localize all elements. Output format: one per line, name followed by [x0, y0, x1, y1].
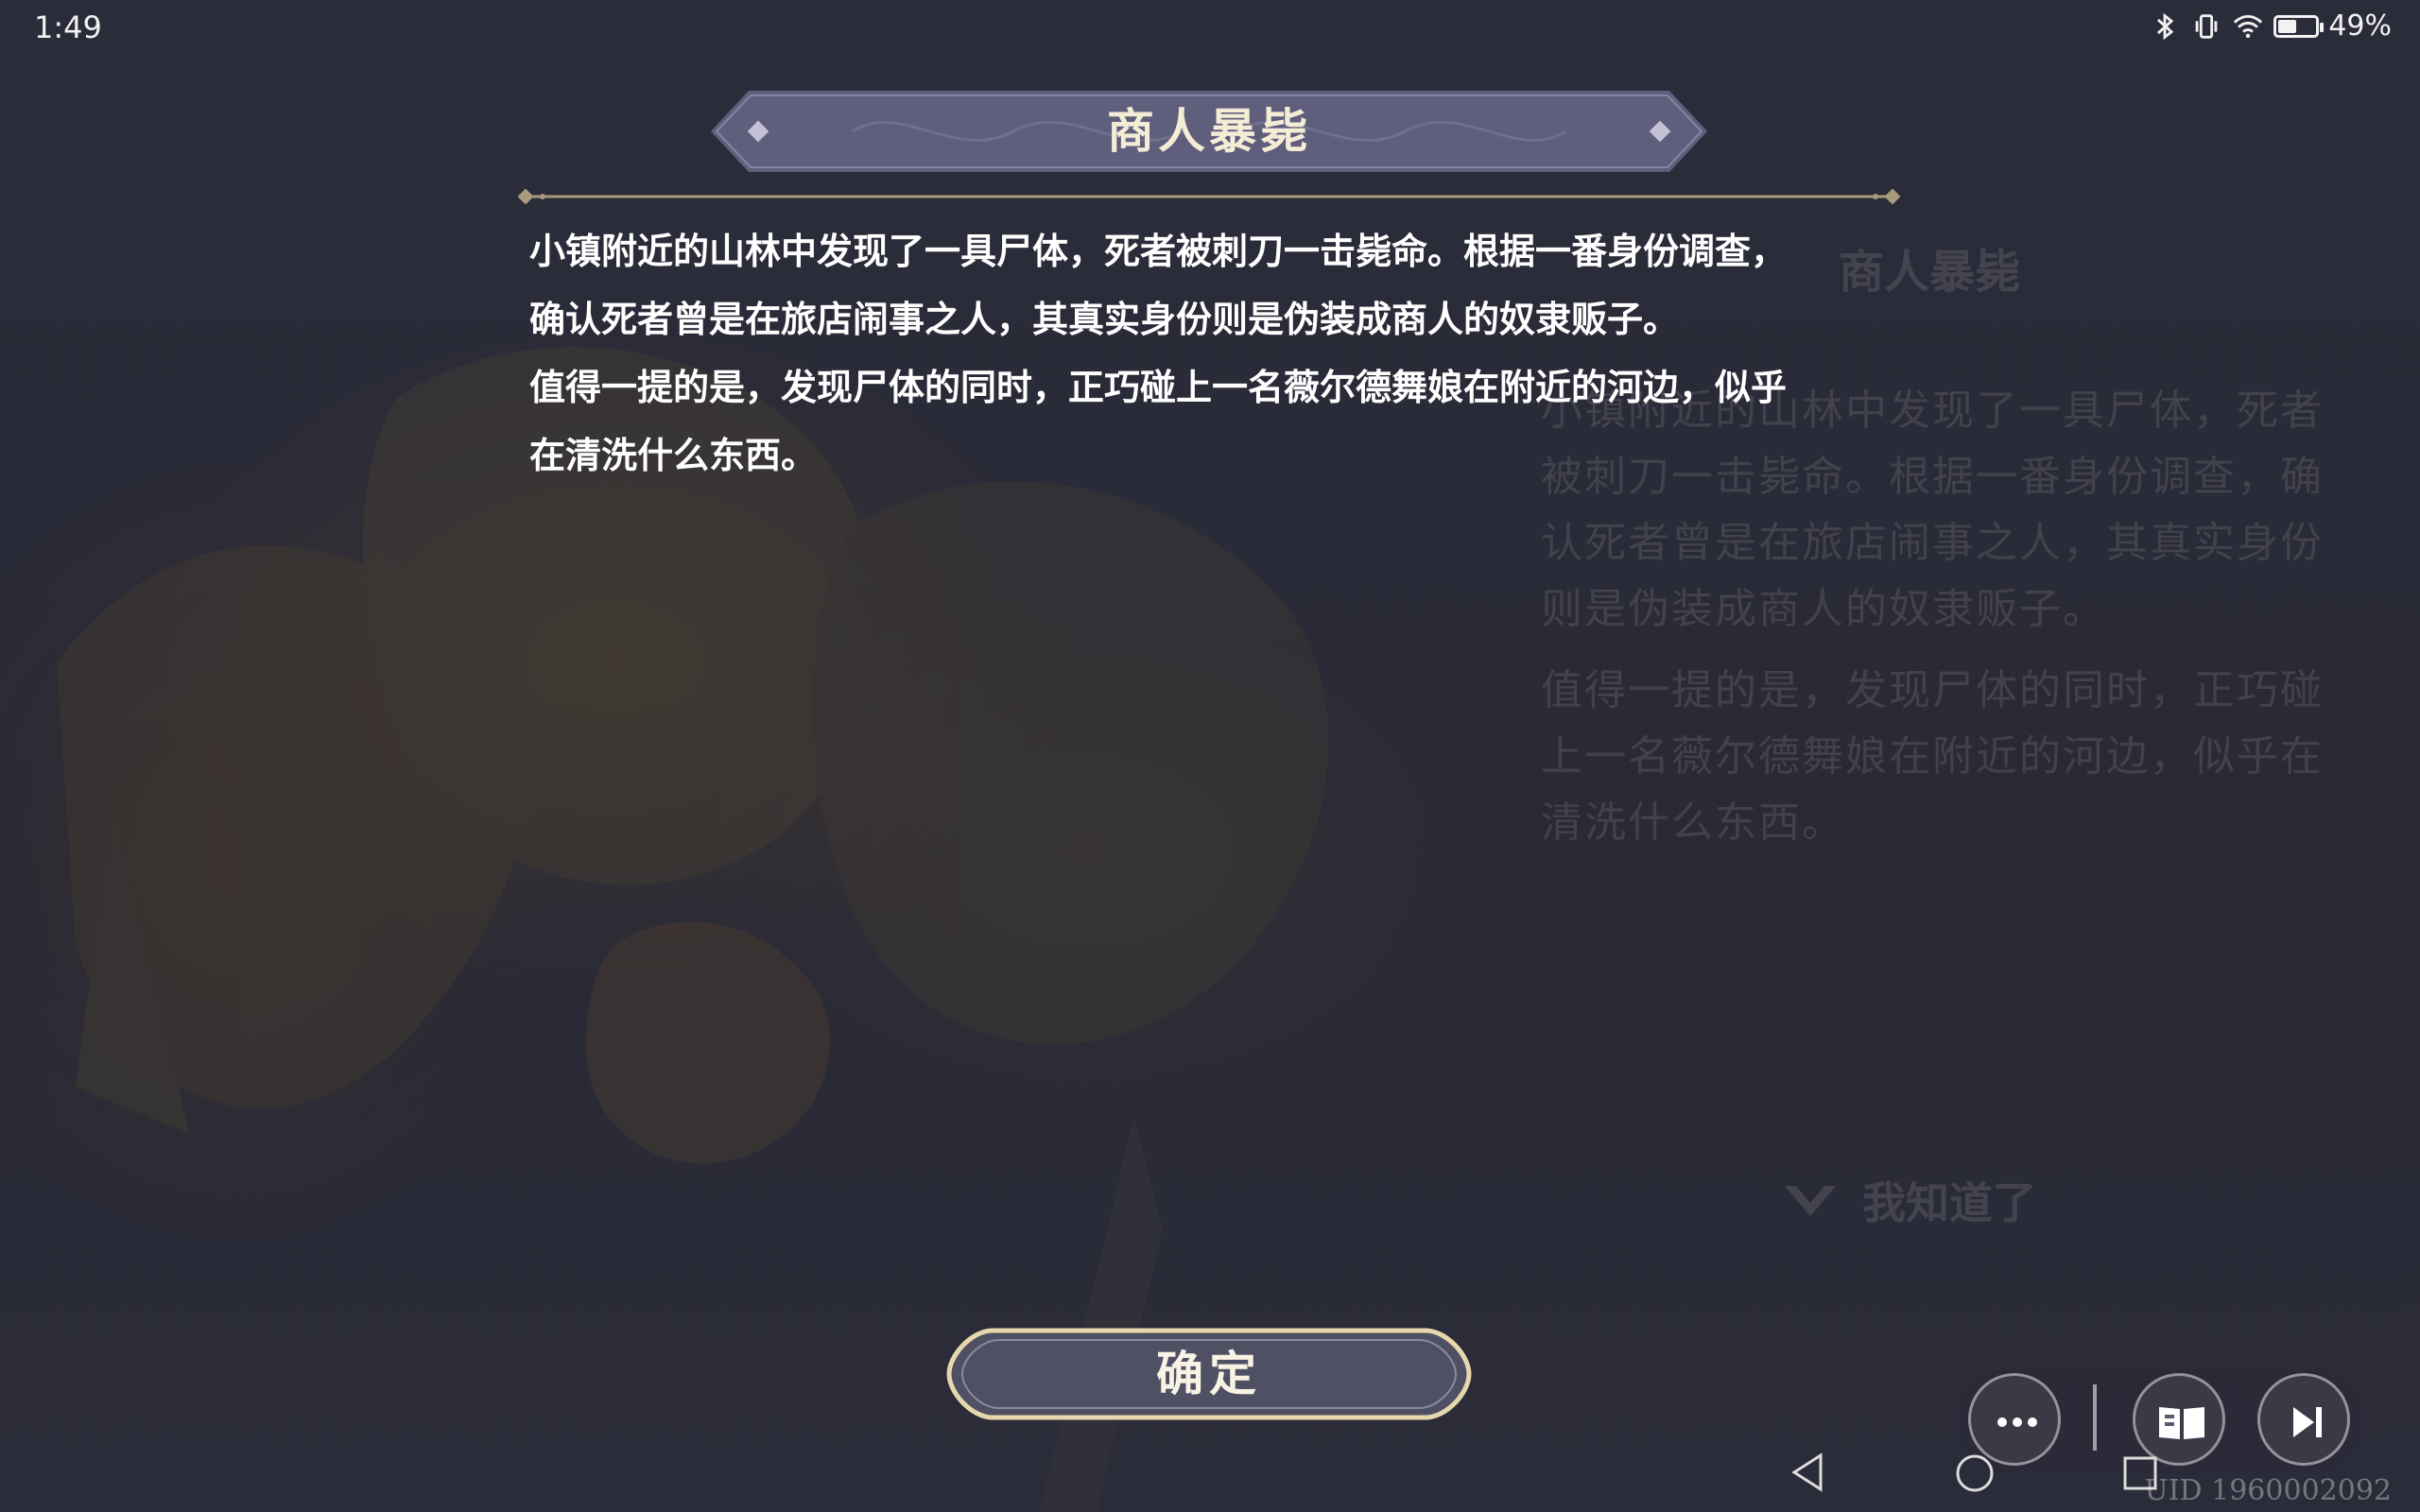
skip-icon: [2293, 1407, 2322, 1437]
more-button[interactable]: [1968, 1373, 2061, 1466]
dialog-title: 商人暴毙: [1107, 103, 1311, 159]
battery-percent: 49%: [2328, 9, 2392, 43]
background-panel-line: 上一名薇尔德舞娘在附近的河边，似乎在: [1541, 732, 2324, 781]
background-panel-line: 则是伪装成商人的奴隶贩子。: [1541, 585, 2106, 633]
book-icon: [2159, 1407, 2204, 1439]
confirm-button[interactable]: 确定: [945, 1327, 1473, 1421]
background-panel-line: 值得一提的是，发现尸体的同时，正巧碰: [1541, 666, 2324, 714]
battery-icon: [2273, 14, 2325, 38]
home-icon[interactable]: [1955, 1453, 1995, 1493]
background-panel-line: 认死者曾是在旅店闹事之人，其真实身份: [1541, 519, 2324, 567]
back-icon[interactable]: [1789, 1452, 1826, 1493]
book-button[interactable]: [2133, 1373, 2225, 1466]
dialog-title-banner: 商人暴毙: [711, 91, 1707, 172]
status-bar: 1:49 49%: [0, 0, 2420, 57]
dialog-line: 值得一提的是，发现尸体的同时，正巧碰上一名薇尔德舞娘在附近的河边，似乎: [529, 366, 1788, 408]
dialog-line: 在清洗什么东西。: [529, 434, 818, 476]
dialog-body: 小镇附近的山林中发现了一具尸体，死者被刺刀一击毙命。根据一番身份调查， 确认死者…: [529, 217, 1910, 490]
vibrate-icon: [2195, 13, 2218, 39]
status-icons: 49%: [2149, 9, 2392, 43]
user-uid: UID 1960002092: [2144, 1474, 2392, 1507]
chevron-down-icon: [1785, 1186, 1836, 1216]
wifi-icon: [2234, 14, 2263, 38]
background-ack-button: 我知道了: [1777, 1167, 2036, 1233]
skip-button[interactable]: [2257, 1373, 2350, 1466]
background-ack-label: 我知道了: [1862, 1177, 2036, 1228]
dialog-line: 确认死者曾是在旅店闹事之人，其真实身份则是伪装成商人的奴隶贩子。: [529, 298, 1680, 340]
background-panel-line: 清洗什么东西。: [1541, 799, 1845, 847]
title-divider: [518, 189, 1900, 204]
status-time: 1:49: [34, 9, 102, 45]
bluetooth-icon: [2157, 12, 2174, 40]
dialog-line: 小镇附近的山林中发现了一具尸体，死者被刺刀一击毙命。根据一番身份调查，: [529, 230, 1788, 272]
control-separator: [2093, 1384, 2097, 1451]
confirm-label: 确定: [1156, 1346, 1262, 1401]
more-icon: [1997, 1418, 2037, 1427]
